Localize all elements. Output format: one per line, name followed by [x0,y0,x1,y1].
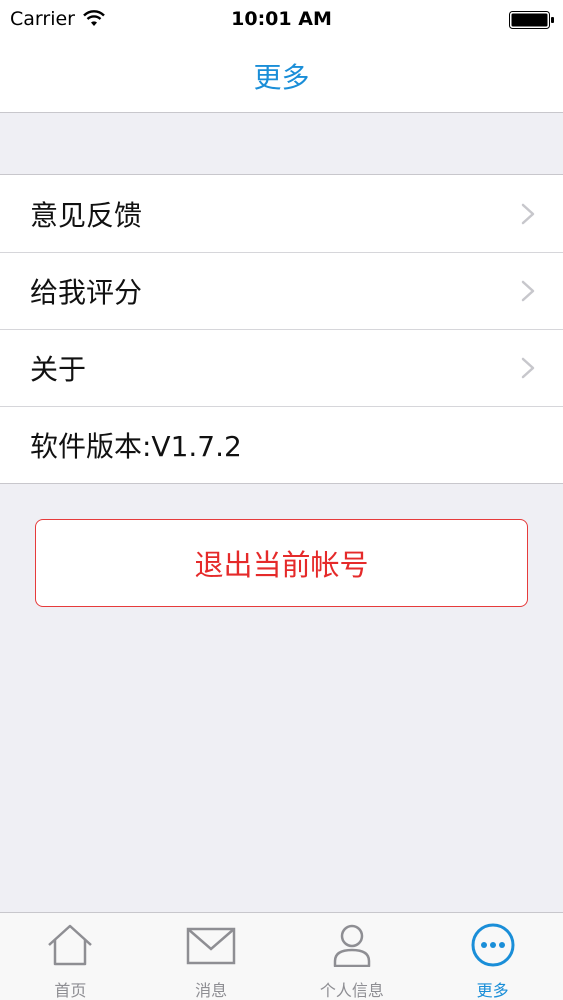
more-icon [471,923,515,967]
tab-messages[interactable]: 消息 [141,913,282,1000]
list-item-about[interactable]: 关于 [0,329,563,406]
battery-icon [509,11,554,29]
version-label: 软件版本:V1.7.2 [30,429,242,463]
list-item-label: 给我评分 [30,275,143,309]
list-item-label: 关于 [30,352,87,386]
home-icon [48,924,93,966]
mail-icon [186,927,236,965]
logout-button[interactable]: 退出当前帐号 [35,519,528,607]
navigation-bar: 更多 [0,40,563,113]
chevron-right-icon [521,357,535,379]
page-title: 更多 [253,61,310,94]
list-item-feedback[interactable]: 意见反馈 [0,175,563,252]
chevron-right-icon [521,280,535,302]
list-item-label: 意见反馈 [30,198,143,232]
tab-label: 消息 [195,981,228,1000]
tab-label: 个人信息 [319,981,384,1000]
tab-home[interactable]: 首页 [0,913,141,1000]
tab-profile[interactable]: 个人信息 [282,913,423,1000]
list-item-version: 软件版本:V1.7.2 [0,406,563,483]
tab-label: 更多 [476,981,509,1000]
status-bar: Carrier 10:01 AM [0,0,563,40]
chevron-right-icon [521,203,535,225]
settings-list: 意见反馈 给我评分 关于 软件版本:V1.7.2 [0,174,563,484]
tab-bar: 首页 消息 个人信息 更多 [0,912,563,1000]
person-icon [333,924,371,967]
tab-more[interactable]: 更多 [422,913,563,1000]
list-item-rate[interactable]: 给我评分 [0,252,563,329]
tab-label: 首页 [54,981,87,1000]
status-clock: 10:01 AM [231,8,332,30]
